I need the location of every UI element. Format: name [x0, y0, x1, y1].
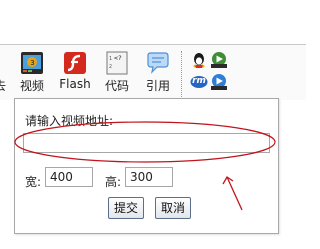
editor-toolbar: 去 3 视频 Flash <? 1 2 代码 引用 rm [0, 44, 306, 100]
qq-icon[interactable] [190, 51, 208, 69]
code-icon-line-1: 1 [109, 56, 112, 62]
video-url-label: 请输入视频地址: [25, 114, 114, 128]
realmedia-icon[interactable] [210, 51, 228, 69]
code-button-label: 代码 [104, 79, 130, 93]
insert-video-dialog: 请输入视频地址: 宽: 高: 提交 取消 [14, 98, 279, 234]
qq-media-icon-text: rm [192, 76, 206, 86]
code-icon-line-2: 2 [109, 64, 112, 70]
code-icon-glyph: <? [114, 54, 122, 62]
width-input[interactable] [45, 167, 93, 187]
svg-text:3: 3 [30, 59, 34, 67]
code-button[interactable]: <? 1 2 代码 [102, 51, 132, 97]
height-input[interactable] [125, 167, 173, 187]
video-button[interactable]: 3 视频 [18, 51, 46, 97]
video-url-input[interactable] [23, 133, 270, 153]
cancel-button[interactable]: 取消 [155, 197, 192, 219]
media-player-icon[interactable] [210, 73, 228, 91]
qq-media-icon[interactable]: rm [190, 73, 208, 91]
flash-icon [64, 52, 86, 74]
submit-button[interactable]: 提交 [108, 197, 145, 219]
height-label: 高: [105, 175, 122, 189]
video-icon: 3 [21, 52, 43, 74]
code-icon: <? 1 2 [106, 51, 128, 75]
toolbar-cut-label: 去 [0, 79, 7, 93]
toolbar-separator [181, 51, 182, 97]
flash-button-label: Flash [59, 77, 91, 91]
quote-button-label: 引用 [145, 79, 171, 93]
flash-button[interactable]: Flash [58, 51, 92, 97]
video-button-label: 视频 [19, 79, 45, 93]
quote-icon [147, 52, 169, 74]
width-label: 宽: [25, 175, 42, 189]
quote-button[interactable]: 引用 [143, 51, 173, 97]
